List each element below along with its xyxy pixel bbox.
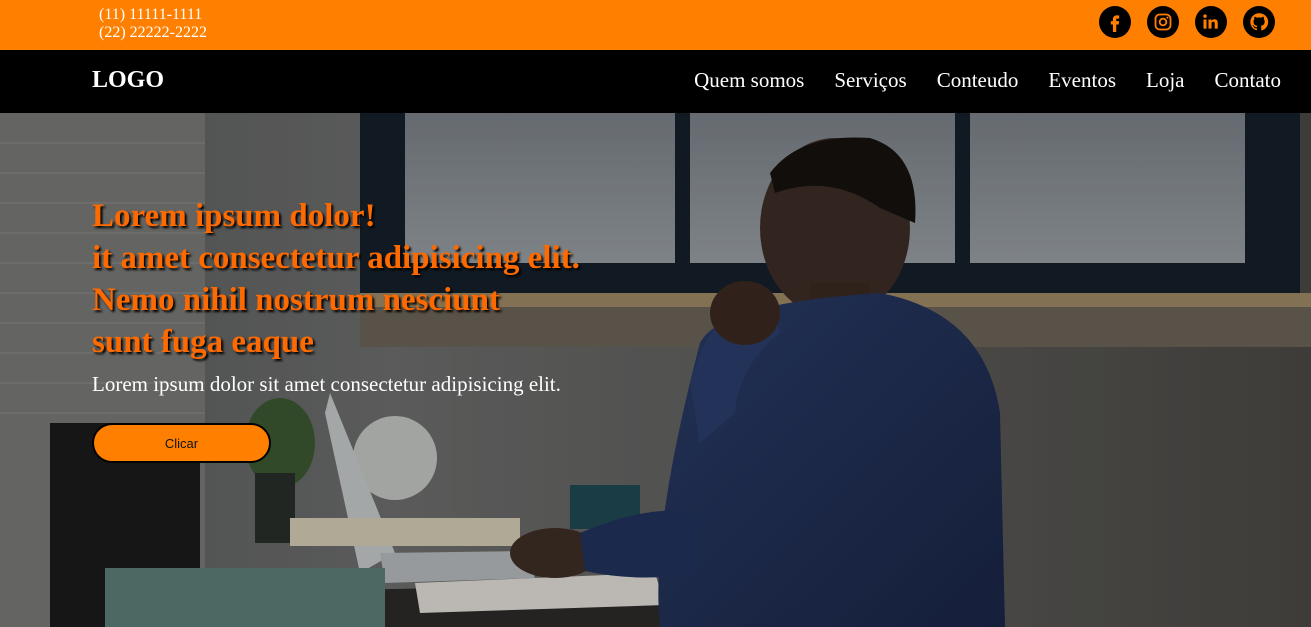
- nav-item-loja[interactable]: Loja: [1146, 68, 1184, 93]
- phone-number-2: (22) 22222-2222: [99, 24, 207, 41]
- phone-numbers: (11) 11111-1111 (22) 22222-2222: [99, 6, 207, 42]
- github-icon[interactable]: [1243, 6, 1275, 38]
- hero-headline-line-3: Nemo nihil nostrum nesciunt: [92, 282, 500, 318]
- logo[interactable]: LOGO: [92, 67, 164, 94]
- hero-headline-line-4: sunt fuga eaque: [92, 324, 314, 360]
- hero-overlay: [0, 113, 1311, 627]
- nav-menu: Quem somos Serviços Conteudo Eventos Loj…: [694, 68, 1281, 93]
- hero-headline-line-2: it amet consectetur adipisicing elit.: [92, 240, 580, 276]
- nav-item-quem-somos[interactable]: Quem somos: [694, 68, 804, 93]
- nav-item-conteudo[interactable]: Conteudo: [937, 68, 1019, 93]
- hero-headline: Lorem ipsum dolor! it amet consectetur a…: [92, 195, 580, 363]
- hero-cta-button[interactable]: Clicar: [92, 423, 271, 463]
- facebook-icon[interactable]: [1099, 6, 1131, 38]
- hero-headline-line-1: Lorem ipsum dolor!: [92, 198, 376, 234]
- hero-subtitle: Lorem ipsum dolor sit amet consectetur a…: [92, 372, 561, 396]
- top-contact-bar: (11) 11111-1111 (22) 22222-2222: [0, 0, 1311, 50]
- linkedin-icon[interactable]: [1195, 6, 1227, 38]
- nav-item-contato[interactable]: Contato: [1215, 68, 1282, 93]
- phone-number-1: (11) 11111-1111: [99, 6, 203, 23]
- social-links: [1099, 6, 1275, 38]
- hero-section: Lorem ipsum dolor! it amet consectetur a…: [0, 113, 1311, 627]
- nav-item-servicos[interactable]: Serviços: [834, 68, 906, 93]
- main-navbar: LOGO Quem somos Serviços Conteudo Evento…: [0, 50, 1311, 113]
- instagram-icon[interactable]: [1147, 6, 1179, 38]
- nav-item-eventos[interactable]: Eventos: [1048, 68, 1116, 93]
